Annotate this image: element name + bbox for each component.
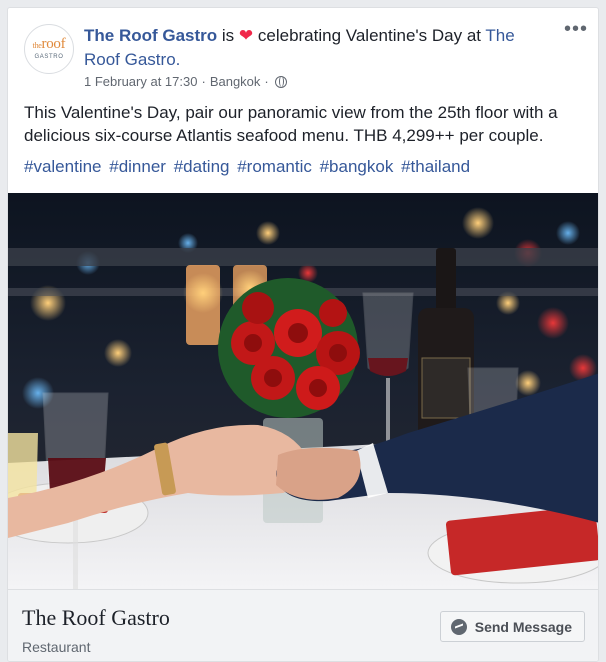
hashtag-link[interactable]: #thailand	[401, 157, 470, 176]
send-message-label: Send Message	[474, 618, 572, 635]
post-header: theroof GASTRO The Roof Gastro is ❤ cele…	[8, 8, 598, 94]
hashtag-link[interactable]: #dating	[174, 157, 230, 176]
post-date[interactable]: 1 February at 17:30	[84, 74, 197, 89]
globe-icon[interactable]	[274, 75, 287, 88]
logo-subtext: GASTRO	[34, 54, 64, 60]
post-photo[interactable]	[8, 193, 598, 589]
feeling-text: celebrating Valentine's Day at	[253, 26, 486, 45]
post-headline: The Roof Gastro is ❤ celebrating Valenti…	[84, 26, 515, 69]
footer-page-title[interactable]: The Roof Gastro	[22, 605, 170, 631]
page-name-link[interactable]: The Roof Gastro	[84, 26, 217, 45]
page-footer: The Roof Gastro Restaurant Send Message	[8, 589, 598, 661]
hashtag-link[interactable]: #valentine	[24, 157, 102, 176]
post-place[interactable]: Bangkok	[210, 74, 261, 89]
heart-icon: ❤	[238, 26, 254, 45]
messenger-icon	[450, 618, 467, 635]
hashtag-link[interactable]: #bangkok	[320, 157, 394, 176]
avatar[interactable]: theroof GASTRO	[24, 24, 74, 74]
more-icon[interactable]: •••	[564, 19, 588, 39]
footer-category: Restaurant	[22, 639, 91, 655]
hashtag-link[interactable]: #dinner	[109, 157, 166, 176]
send-message-button[interactable]: Send Message	[439, 611, 585, 642]
logo-wordmark: theroof	[32, 36, 66, 52]
hashtag-list: #valentine #dinner #dating #romantic #ba…	[24, 157, 590, 177]
post-card: theroof GASTRO The Roof Gastro is ❤ cele…	[7, 7, 599, 662]
post-body: This Valentine's Day, pair our panoramic…	[24, 103, 558, 145]
post-meta: 1 February at 17:30 · Bangkok ·	[84, 74, 287, 89]
hashtag-link[interactable]: #romantic	[237, 157, 312, 176]
